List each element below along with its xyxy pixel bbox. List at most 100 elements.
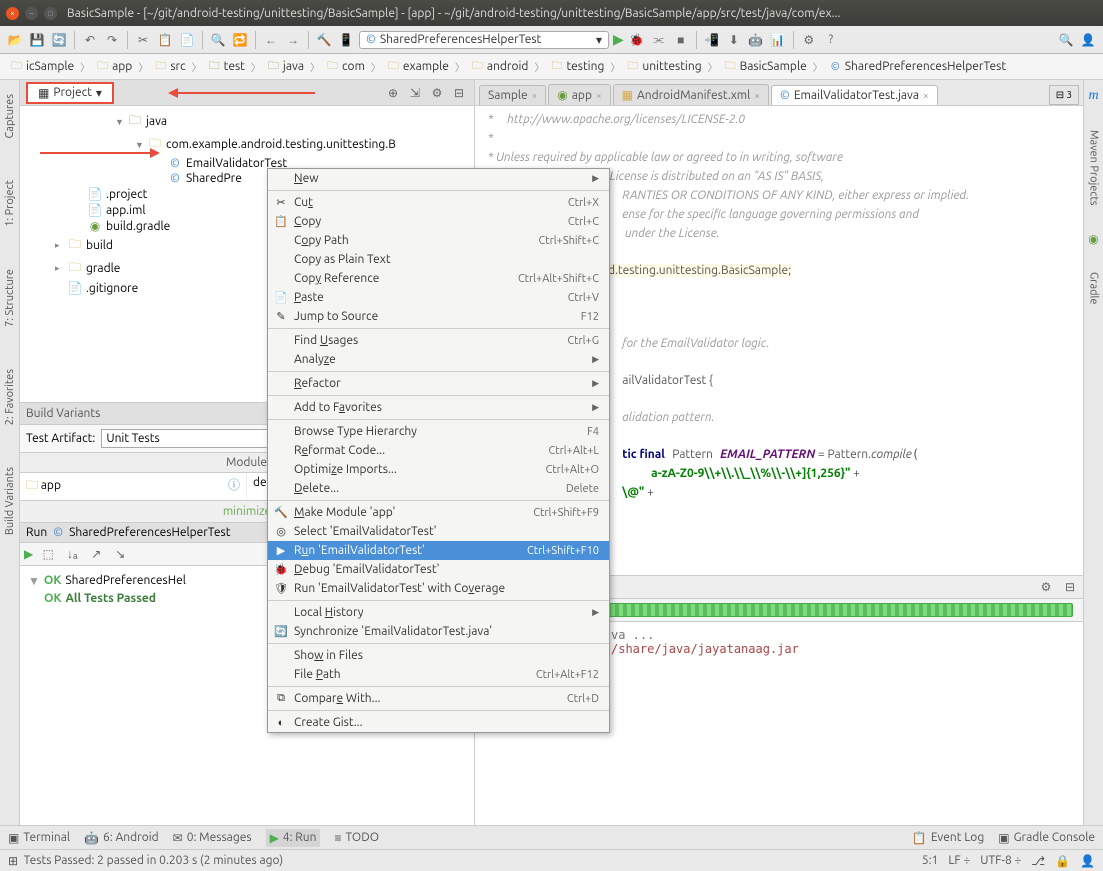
hide-icon[interactable]: ⊟ bbox=[450, 84, 468, 102]
cm-select-test[interactable]: ◎Select 'EmailValidatorTest' bbox=[268, 522, 609, 541]
lock-icon[interactable]: 🔒 bbox=[1055, 854, 1070, 868]
crumb-src[interactable]: 🗀src bbox=[150, 58, 189, 75]
cm-make-module[interactable]: 🔨Make Module 'app'Ctrl+Shift+F9 bbox=[268, 503, 609, 522]
cm-local-history[interactable]: Local History▶ bbox=[268, 603, 609, 622]
search-everywhere-icon[interactable]: 🔍 bbox=[1057, 31, 1075, 49]
messages-button[interactable]: ✉0: Messages bbox=[173, 831, 252, 845]
close-icon[interactable]: × bbox=[532, 90, 538, 101]
event-log-button[interactable]: 📋Event Log bbox=[912, 831, 984, 845]
back-icon[interactable]: ← bbox=[262, 31, 280, 49]
build-icon[interactable]: 🔨 bbox=[315, 31, 333, 49]
cm-copy-reference[interactable]: Copy ReferenceCtrl+Alt+Shift+C bbox=[268, 269, 609, 288]
android-button[interactable]: 🤖6: Android bbox=[84, 831, 159, 845]
run-button[interactable]: ▶ bbox=[613, 31, 624, 48]
tree-node-java[interactable]: ▼🗀java bbox=[20, 110, 474, 133]
caret-position[interactable]: 5:1 bbox=[922, 854, 939, 868]
find-icon[interactable]: 🔍 bbox=[209, 31, 227, 49]
run-configuration-selector[interactable]: © SharedPreferencesHelperTest ▾ bbox=[359, 31, 609, 49]
cm-favorites[interactable]: Add to Favorites▶ bbox=[268, 398, 609, 417]
sync-icon[interactable]: 🔄 bbox=[50, 31, 68, 49]
tab-app[interactable]: ◉app× bbox=[548, 84, 610, 105]
stop-icon[interactable]: ■ bbox=[672, 31, 690, 49]
debug-button[interactable]: 🐞 bbox=[628, 31, 646, 49]
avd-manager-icon[interactable]: 📲 bbox=[703, 31, 721, 49]
settings-icon[interactable]: ⚙ bbox=[800, 31, 818, 49]
structure-tab[interactable]: 7: Structure bbox=[2, 263, 18, 333]
cm-copy[interactable]: 📋CopyCtrl+C bbox=[268, 212, 609, 231]
open-icon[interactable]: 📂 bbox=[6, 31, 24, 49]
sort-icon[interactable]: ↓ₐ bbox=[63, 545, 81, 563]
cm-analyze[interactable]: Analyze▶ bbox=[268, 350, 609, 369]
sdk-manager-icon[interactable]: ⬇ bbox=[725, 31, 743, 49]
encoding[interactable]: UTF-8 ÷ bbox=[980, 854, 1021, 868]
favorites-tab[interactable]: 2: Favorites bbox=[2, 363, 18, 431]
tree-node-package[interactable]: ▼🗀com.example.android.testing.unittestin… bbox=[20, 133, 474, 156]
tab-manifest[interactable]: ▦AndroidManifest.xml× bbox=[613, 84, 769, 105]
undo-icon[interactable]: ↶ bbox=[81, 31, 99, 49]
build-variants-tab[interactable]: Build Variants bbox=[2, 461, 18, 541]
terminal-button[interactable]: ▣Terminal bbox=[8, 831, 70, 845]
crumb-test[interactable]: 🗀test bbox=[204, 58, 249, 75]
avd-icon[interactable]: 📱 bbox=[337, 31, 355, 49]
maven-tab[interactable]: Maven Projects bbox=[1086, 124, 1102, 212]
cm-run-coverage[interactable]: 🛡Run 'EmailValidatorTest' with Coverage bbox=[268, 579, 609, 598]
cm-reformat[interactable]: Reformat Code...Ctrl+Alt+L bbox=[268, 441, 609, 460]
redo-icon[interactable]: ↷ bbox=[103, 31, 121, 49]
cm-refactor[interactable]: Refactor▶ bbox=[268, 374, 609, 393]
tools-icon[interactable]: ⊞ bbox=[8, 854, 18, 868]
copy-icon[interactable]: 📋 bbox=[156, 31, 174, 49]
git-icon[interactable]: ⎇ bbox=[1031, 854, 1045, 868]
export-icon[interactable]: ↗ bbox=[87, 545, 105, 563]
todo-button[interactable]: ≡TODO bbox=[334, 831, 379, 845]
gear-icon[interactable]: ⚙ bbox=[1037, 578, 1055, 596]
cm-debug-test[interactable]: 🐞Debug 'EmailValidatorTest' bbox=[268, 560, 609, 579]
cm-run-test[interactable]: ▶Run 'EmailValidatorTest'Ctrl+Shift+F10 bbox=[268, 541, 609, 560]
cm-new[interactable]: New▶ bbox=[268, 169, 609, 188]
forward-icon[interactable]: → bbox=[284, 31, 302, 49]
gear-icon[interactable]: ⚙ bbox=[428, 84, 446, 102]
maximize-window-button[interactable]: □ bbox=[44, 7, 57, 20]
toggle-icon[interactable]: ⬚ bbox=[39, 545, 57, 563]
crumb-unittesting[interactable]: 🗀unittesting bbox=[622, 58, 705, 75]
cm-copy-path[interactable]: Copy PathCtrl+Shift+C bbox=[268, 231, 609, 250]
project-view-selector[interactable]: ▦ Project ▾ bbox=[26, 82, 114, 104]
project-tab[interactable]: 1: Project bbox=[2, 174, 18, 233]
rerun-icon[interactable]: ▶ bbox=[24, 547, 33, 561]
cm-compare-with[interactable]: ⧉Compare With...Ctrl+D bbox=[268, 689, 609, 708]
crumb-app[interactable]: 🗀app bbox=[92, 58, 136, 75]
user-icon[interactable]: 👤 bbox=[1079, 31, 1097, 49]
captures-tab[interactable]: Captures bbox=[2, 88, 18, 144]
crumb-example[interactable]: 🗀example bbox=[383, 58, 453, 75]
crumb-file[interactable]: ©SharedPreferencesHelperTest bbox=[825, 58, 1010, 75]
cm-show-in-files[interactable]: Show in Files bbox=[268, 646, 609, 665]
ddms-icon[interactable]: 🤖 bbox=[747, 31, 765, 49]
save-icon[interactable]: 💾 bbox=[28, 31, 46, 49]
close-icon[interactable]: × bbox=[596, 90, 602, 101]
crumb-basicsample-pkg[interactable]: 🗀BasicSample bbox=[720, 58, 811, 75]
monitor-icon[interactable]: 📊 bbox=[769, 31, 787, 49]
cm-create-gist[interactable]: ◐Create Gist... bbox=[268, 713, 609, 732]
close-icon[interactable]: × bbox=[923, 90, 929, 101]
crumb-basicsample[interactable]: 🗀icSample bbox=[6, 58, 78, 75]
cm-browse-hierarchy[interactable]: Browse Type HierarchyF4 bbox=[268, 422, 609, 441]
cm-jump-to-source[interactable]: ✎Jump to SourceF12 bbox=[268, 307, 609, 326]
replace-icon[interactable]: 🔁 bbox=[231, 31, 249, 49]
more-tabs[interactable]: ⊟ 3 bbox=[1049, 85, 1079, 105]
close-icon[interactable]: × bbox=[754, 90, 760, 101]
cm-synchronize[interactable]: 🔄Synchronize 'EmailValidatorTest.java' bbox=[268, 622, 609, 641]
cm-cut[interactable]: ✂CutCtrl+X bbox=[268, 193, 609, 212]
collapse-icon[interactable]: ⇲ bbox=[406, 84, 424, 102]
cm-delete[interactable]: Delete...Delete bbox=[268, 479, 609, 498]
cm-optimize-imports[interactable]: Optimize Imports...Ctrl+Alt+O bbox=[268, 460, 609, 479]
cm-find-usages[interactable]: Find UsagesCtrl+G bbox=[268, 331, 609, 350]
hector-icon[interactable]: 👤 bbox=[1080, 854, 1095, 868]
tab-email-validator[interactable]: ©EmailValidatorTest.java× bbox=[771, 85, 938, 105]
minimize-window-button[interactable]: – bbox=[25, 7, 38, 20]
help-icon[interactable]: ? bbox=[822, 31, 840, 49]
gradle-tab[interactable]: Gradle bbox=[1086, 266, 1102, 311]
attach-debugger-icon[interactable]: ⫘ bbox=[650, 31, 668, 49]
crumb-com[interactable]: 🗀com bbox=[322, 58, 369, 75]
cm-paste[interactable]: 📄PasteCtrl+V bbox=[268, 288, 609, 307]
gradle-console-button[interactable]: ▣Gradle Console bbox=[998, 831, 1095, 845]
cut-icon[interactable]: ✂ bbox=[134, 31, 152, 49]
